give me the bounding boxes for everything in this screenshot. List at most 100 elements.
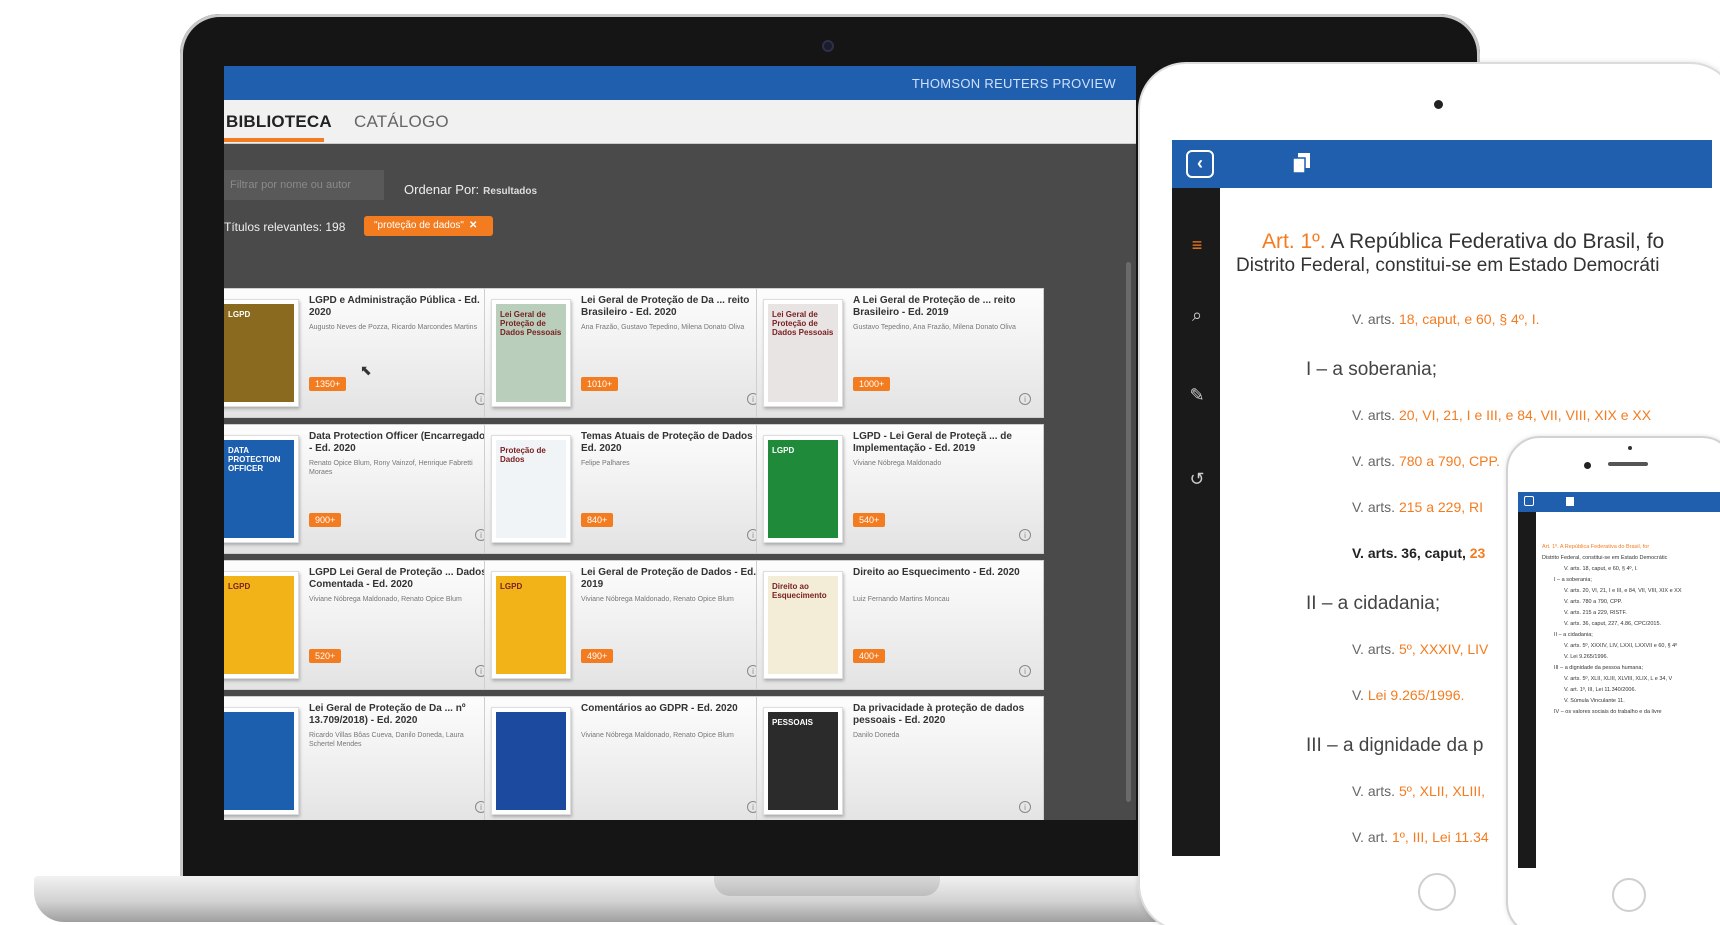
- order-value[interactable]: Resultados: [483, 186, 537, 197]
- phone-text-line: V. Lei 9.265/1996.: [1564, 654, 1609, 660]
- phone-text-line: V. arts. 20, VI, 21, I e III, e 84, VII,…: [1564, 588, 1682, 594]
- book-cover[interactable]: Proteção de Dados: [496, 440, 566, 538]
- note-icon[interactable]: ✎: [1186, 384, 1208, 406]
- book-cover-text: Direito ao Esquecimento: [772, 582, 827, 600]
- phone-camera: [1584, 462, 1591, 469]
- reference-link[interactable]: 1º, III, Lei 11.34: [1392, 829, 1489, 845]
- book-title[interactable]: Lei Geral de Proteção de Da ... reito Br…: [581, 295, 761, 319]
- book-title[interactable]: Data Protection Officer (Encarregado) - …: [309, 431, 489, 455]
- order-by[interactable]: Ordenar Por: Resultados: [404, 182, 537, 197]
- phone-screen: Art. 1º. A República Federativa do Brasi…: [1518, 492, 1720, 868]
- book-cover-text: Lei Geral de Proteção de Dados Pessoais: [772, 310, 834, 337]
- book-cover[interactable]: Direito ao Esquecimento: [768, 576, 838, 674]
- reference-link[interactable]: Lei 9.265/1996.: [1368, 687, 1465, 703]
- book-cover[interactable]: LGPD: [496, 576, 566, 674]
- book-cover-frame: Lei Geral de Proteção de Dados Pessoais: [763, 299, 843, 407]
- book-title[interactable]: LGPD - Lei Geral de Proteçã ... de Imple…: [853, 431, 1033, 455]
- relevance-badge: 540+: [853, 513, 886, 527]
- filter-chip[interactable]: "proteção de dados" ✕: [364, 216, 494, 236]
- info-icon[interactable]: i: [1019, 529, 1031, 541]
- info-icon[interactable]: i: [1019, 801, 1031, 813]
- reference-link[interactable]: 20, VI, 21, I e III, e 84, VII, VIII, XI…: [1399, 407, 1651, 423]
- back-icon[interactable]: ‹: [1186, 150, 1214, 178]
- phone-home-button[interactable]: [1612, 878, 1646, 912]
- history-icon[interactable]: ↺: [1186, 468, 1208, 490]
- book-card[interactable]: Direito ao Esquecimento Direito ao Esquec…: [756, 560, 1044, 690]
- book-cover[interactable]: LGPD: [768, 440, 838, 538]
- article-text: A República Federativa do Brasil, fo: [1330, 230, 1665, 253]
- reference-link[interactable]: 780 a 790, CPP.: [1399, 453, 1500, 469]
- book-title[interactable]: Da privacidade à proteção de dados pesso…: [853, 703, 1033, 727]
- book-card[interactable]: Proteção de Dados Temas Atuais de Proteçã…: [484, 424, 772, 554]
- book-title[interactable]: Lei Geral de Proteção de Da ... nº 13.70…: [309, 703, 489, 727]
- book-cover-frame: LGPD: [491, 571, 571, 679]
- reference-prefix: V. arts.: [1352, 499, 1396, 515]
- book-cover[interactable]: Lei Geral de Proteção de Dados Pessoais: [768, 304, 838, 402]
- book-card[interactable]: LGPD LGPD Lei Geral de Proteção ... Dados…: [224, 560, 500, 690]
- book-cover[interactable]: PESSOAIS: [768, 712, 838, 810]
- copy-icon[interactable]: [1566, 497, 1574, 506]
- reference-link[interactable]: 5º, XXXIV, LIV: [1399, 641, 1488, 657]
- book-card[interactable]: Lei Geral de Proteção de Dados Pessoais A…: [756, 288, 1044, 418]
- book-cover[interactable]: LGPD: [224, 304, 294, 402]
- book-cover[interactable]: [224, 712, 294, 810]
- phone-text-line: V. art. 1º, III, Lei 11.340/2006.: [1564, 687, 1637, 693]
- reference-prefix: V. arts.: [1352, 453, 1396, 469]
- book-cover[interactable]: LGPD: [224, 576, 294, 674]
- info-icon[interactable]: i: [1019, 665, 1031, 677]
- reference-line: V. arts. 18, caput, e 60, § 4º, I.: [1352, 311, 1712, 327]
- relevance-badge: 490+: [581, 649, 614, 663]
- scrollbar[interactable]: [1126, 262, 1131, 802]
- search-icon[interactable]: ⌕: [1186, 304, 1208, 326]
- list-icon[interactable]: ≡: [1186, 234, 1208, 256]
- tab-catalogo[interactable]: CATÁLOGO: [354, 112, 449, 132]
- book-card[interactable]: LGPD Lei Geral de Proteção de Dados - Ed.…: [484, 560, 772, 690]
- book-cover[interactable]: DATA PROTECTION OFFICER: [224, 440, 294, 538]
- relevance-badge: 1010+: [581, 377, 619, 391]
- close-icon[interactable]: ✕: [469, 220, 477, 231]
- book-card[interactable]: Comentários ao GDPR - Ed. 2020 Viviane Nó…: [484, 696, 772, 820]
- book-authors: Renato Opice Blum, Rony Vainzof, Henriqu…: [309, 460, 473, 476]
- back-icon[interactable]: [1524, 496, 1534, 506]
- book-authors: Augusto Neves de Pozza, Ricardo Marconde…: [309, 324, 478, 331]
- reference-link[interactable]: 215 a 229, RI: [1399, 499, 1483, 515]
- info-icon[interactable]: i: [1019, 393, 1031, 405]
- reference-link[interactable]: 5º, XLII, XLIII,: [1399, 783, 1485, 799]
- book-cover[interactable]: Lei Geral de Proteção de Dados Pessoais: [496, 304, 566, 402]
- book-cover-frame: LGPD: [763, 435, 843, 543]
- book-cover-frame: LGPD: [224, 299, 299, 407]
- book-card[interactable]: LGPD LGPD - Lei Geral de Proteçã ... de I…: [756, 424, 1044, 554]
- book-title[interactable]: A Lei Geral de Proteção de ... reito Bra…: [853, 295, 1033, 319]
- copy-icon[interactable]: [1292, 152, 1312, 174]
- article-line-2: Distrito Federal, constitui-se em Estado…: [1236, 255, 1660, 276]
- article-line: Art. 1º. A República Federativa do Brasi…: [1262, 230, 1712, 254]
- phone-text-line: V. arts. 215 a 229, RISTF.: [1564, 610, 1627, 616]
- book-card[interactable]: LGPD LGPD e Administração Pública - Ed. 2…: [224, 288, 500, 418]
- book-title[interactable]: LGPD Lei Geral de Proteção ... Dados Com…: [309, 567, 489, 591]
- phone-top-bar: [1518, 492, 1720, 512]
- book-card[interactable]: PESSOAIS Da privacidade à proteção de dad…: [756, 696, 1044, 820]
- book-cover-text: [224, 712, 294, 724]
- phone-text-line: V. arts. 5º, XXXIV, LIV, LXXI, LXXVII e …: [1564, 643, 1678, 649]
- reference-link[interactable]: 18, caput, e 60, § 4º, I.: [1399, 311, 1540, 327]
- tab-biblioteca[interactable]: BIBLIOTECA: [226, 112, 332, 132]
- book-card[interactable]: DATA PROTECTION OFFICER Data Protection O…: [224, 424, 500, 554]
- book-cover-text: LGPD: [500, 582, 523, 591]
- book-card[interactable]: Lei Geral de Proteção de Dados Pessoais L…: [484, 288, 772, 418]
- order-label: Ordenar Por:: [404, 182, 480, 197]
- laptop-screen: THOMSON REUTERS PROVIEW BIBLIOTECA CATÁL…: [224, 66, 1136, 820]
- book-cover-text: LGPD: [228, 310, 251, 319]
- book-title[interactable]: Temas Atuais de Proteção de Dados - Ed. …: [581, 431, 761, 455]
- book-authors: Ana Frazão, Gustavo Tepedino, Milena Don…: [581, 324, 745, 331]
- book-title[interactable]: Comentários ao GDPR - Ed. 2020: [581, 703, 761, 715]
- book-title[interactable]: Direito ao Esquecimento - Ed. 2020: [853, 567, 1033, 579]
- tablet-home-button[interactable]: [1418, 873, 1456, 911]
- book-cover[interactable]: [496, 712, 566, 810]
- article-number[interactable]: Art. 1º.: [1262, 230, 1326, 253]
- filter-input[interactable]: [224, 170, 384, 200]
- book-cover-text: LGPD: [772, 446, 795, 455]
- book-card[interactable]: Lei Geral de Proteção de Da ... nº 13.70…: [224, 696, 500, 820]
- book-title[interactable]: LGPD e Administração Pública - Ed. 2020: [309, 295, 489, 319]
- book-title[interactable]: Lei Geral de Proteção de Dados - Ed. 201…: [581, 567, 761, 591]
- reference-link[interactable]: 23: [1470, 545, 1486, 561]
